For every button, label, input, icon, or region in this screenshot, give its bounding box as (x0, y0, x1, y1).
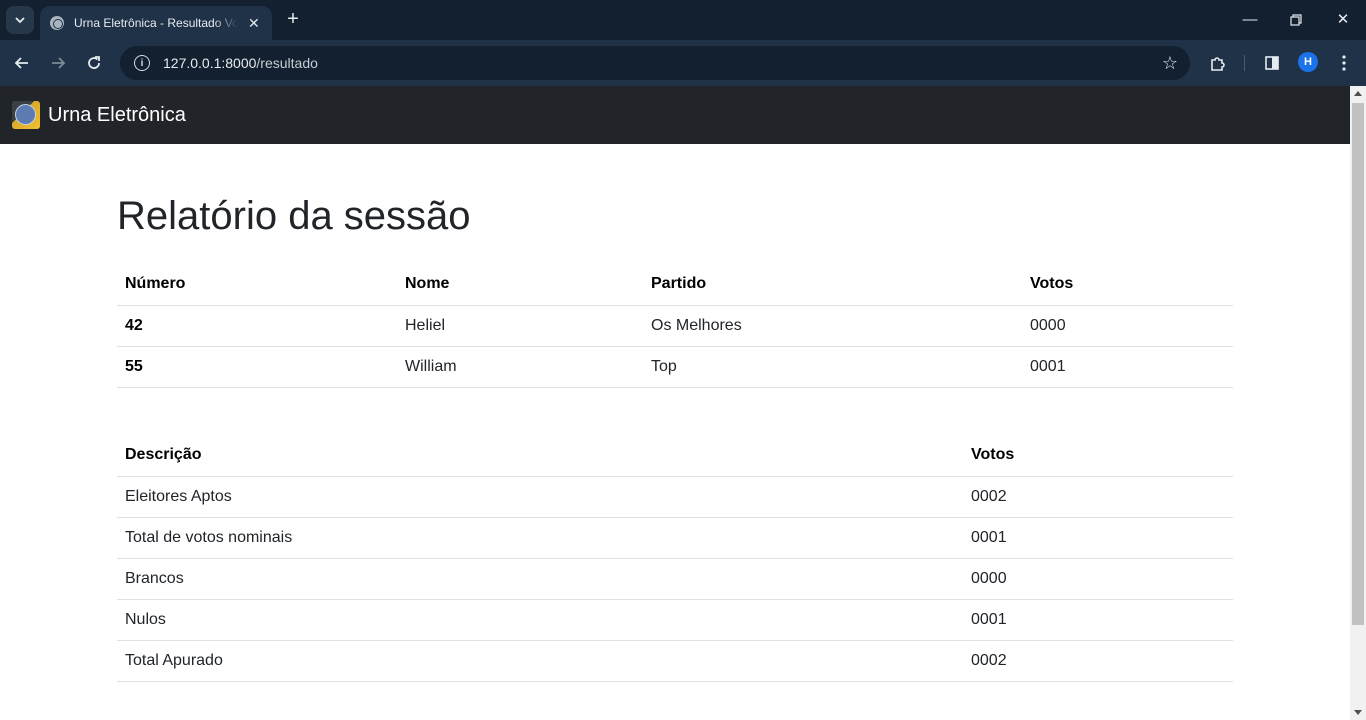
close-window-icon[interactable]: ✕ (1333, 10, 1353, 30)
forward-button[interactable] (46, 51, 70, 75)
arrow-right-icon (52, 57, 66, 69)
table-row: Total Apurado 0002 (117, 640, 1233, 682)
reload-button[interactable] (82, 51, 106, 75)
scroll-down-arrow-icon[interactable] (1354, 710, 1362, 715)
bookmark-star-icon[interactable]: ☆ (1162, 53, 1178, 73)
scrollbar-thumb[interactable] (1352, 103, 1364, 625)
page-viewport: Urna Eletrônica Relatório da sessão Núme… (0, 86, 1350, 720)
summary-description: Total Apurado (117, 640, 963, 682)
candidates-table: Número Nome Partido Votos 42 Heliel Os M… (117, 264, 1233, 388)
summary-table: Descrição Votos Eleitores Aptos 0002 Tot… (117, 435, 1233, 682)
extensions-button[interactable] (1206, 51, 1230, 75)
candidate-number: 55 (117, 346, 397, 388)
summary-votes: 0002 (963, 476, 1233, 518)
tab-search-button[interactable] (6, 6, 34, 34)
candidate-votes: 0000 (1022, 305, 1233, 347)
site-navbar: Urna Eletrônica (0, 86, 1350, 144)
table-row: Brancos 0000 (117, 558, 1233, 600)
arrow-left-icon (14, 57, 28, 69)
close-tab-icon[interactable]: ✕ (248, 15, 260, 32)
table-row: Eleitores Aptos 0002 (117, 476, 1233, 518)
table-header-row: Descrição Votos (117, 435, 1233, 477)
table-header-row: Número Nome Partido Votos (117, 264, 1233, 306)
side-panel-icon (1265, 56, 1279, 70)
restore-icon[interactable] (1286, 10, 1306, 30)
column-header-partido: Partido (643, 264, 1022, 306)
brand-logo[interactable] (12, 101, 40, 129)
kebab-menu-icon (1342, 55, 1346, 71)
brand-name[interactable]: Urna Eletrônica (48, 104, 186, 127)
column-header-nome: Nome (397, 264, 643, 306)
summary-votes: 0001 (963, 517, 1233, 559)
summary-description: Eleitores Aptos (117, 476, 963, 518)
candidate-number: 42 (117, 305, 397, 347)
back-button[interactable] (10, 51, 34, 75)
candidate-name: William (397, 346, 643, 388)
puzzle-icon (1211, 57, 1225, 71)
table-row: Nulos 0001 (117, 599, 1233, 641)
new-tab-button[interactable]: + (282, 9, 304, 31)
url-text: 127.0.0.1:8000/resultado (163, 55, 318, 71)
side-panel-button[interactable] (1260, 51, 1284, 75)
browser-tab-bar: Urna Eletrônica - Resultado Votação ✕ + … (0, 0, 1366, 40)
toolbar-divider (1244, 55, 1245, 71)
summary-votes: 0001 (963, 599, 1233, 641)
chevron-down-icon (15, 17, 25, 24)
browser-toolbar: i 127.0.0.1:8000/resultado ☆ (0, 40, 1366, 86)
table-row: Total de votos nominais 0001 (117, 517, 1233, 559)
column-header-votos: Votos (963, 435, 1233, 477)
summary-description: Brancos (117, 558, 963, 600)
page-title: Relatório da sessão (117, 194, 471, 238)
tab-title: Urna Eletrônica - Resultado Votação (74, 16, 238, 30)
summary-description: Nulos (117, 599, 963, 641)
browser-tab-active[interactable]: Urna Eletrônica - Resultado Votação ✕ (40, 6, 272, 40)
candidate-name: Heliel (397, 305, 643, 347)
column-header-votos: Votos (1022, 264, 1233, 306)
address-bar[interactable]: i 127.0.0.1:8000/resultado ☆ (120, 46, 1190, 80)
minimize-icon[interactable]: — (1240, 10, 1260, 30)
candidate-votes: 0001 (1022, 346, 1233, 388)
reload-icon (88, 56, 100, 69)
globe-icon (50, 16, 64, 30)
table-row: 55 William Top 0001 (117, 346, 1233, 388)
candidate-party: Top (643, 346, 1022, 388)
page-scrollbar[interactable] (1350, 86, 1366, 720)
column-header-descricao: Descrição (117, 435, 963, 477)
scroll-up-arrow-icon[interactable] (1354, 91, 1362, 96)
summary-votes: 0000 (963, 558, 1233, 600)
browser-menu-button[interactable] (1332, 51, 1356, 75)
column-header-numero: Número (117, 264, 397, 306)
table-row: 42 Heliel Os Melhores 0000 (117, 305, 1233, 347)
candidate-party: Os Melhores (643, 305, 1022, 347)
summary-description: Total de votos nominais (117, 517, 963, 559)
summary-votes: 0002 (963, 640, 1233, 682)
profile-avatar[interactable]: H (1298, 52, 1318, 72)
site-info-icon[interactable]: i (134, 55, 150, 71)
